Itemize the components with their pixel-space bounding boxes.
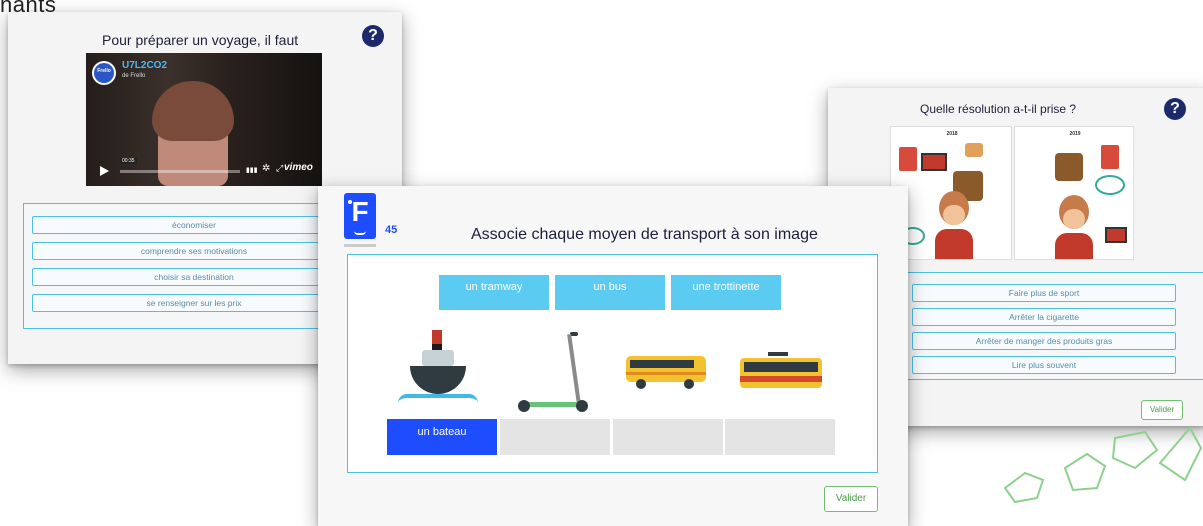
- volume-icon[interactable]: ▮▮▮: [246, 166, 258, 174]
- choice-item[interactable]: Arrêter la cigarette: [912, 308, 1176, 326]
- drop-slot[interactable]: [613, 419, 723, 455]
- vimeo-logo: vimeo: [284, 162, 313, 173]
- year-label: 2018: [946, 131, 958, 137]
- video-byline: de Frello: [122, 73, 146, 79]
- draggable-word[interactable]: un bus: [555, 275, 665, 310]
- help-icon[interactable]: ?: [362, 25, 384, 47]
- bus-icon: [624, 356, 714, 396]
- character-icon: [935, 191, 973, 259]
- video-player[interactable]: Frello U7L2CO2 de Frello 00:35 ▮▮▮ ✲ ⤢ v…: [86, 53, 322, 186]
- video-progress-bar[interactable]: [120, 170, 240, 173]
- choice-item[interactable]: Arrêter de manger des produits gras: [912, 332, 1176, 350]
- channel-avatar: Frello: [92, 61, 116, 85]
- drop-slot[interactable]: [500, 419, 610, 455]
- illustration-2018: 2018: [890, 126, 1012, 260]
- activity-card-transport: F 45 Associe chaque moyen de transport à…: [318, 186, 908, 526]
- settings-icon[interactable]: ✲: [262, 163, 270, 174]
- choice-item[interactable]: choisir sa destination: [32, 268, 356, 286]
- choice-item[interactable]: comprendre ses motivations: [32, 242, 356, 260]
- choice-item[interactable]: se renseigner sur les prix: [32, 294, 356, 312]
- drop-slot[interactable]: [725, 419, 835, 455]
- question-title: Quelle résolution a-t-il prise ?: [920, 102, 1077, 116]
- drop-slot[interactable]: un bateau: [387, 419, 497, 455]
- decorative-leaf-outlines: [1003, 426, 1203, 504]
- activity-title: Associe chaque moyen de transport à son …: [471, 226, 818, 243]
- choice-item[interactable]: Lire plus souvent: [912, 356, 1176, 374]
- boat-icon: [398, 326, 488, 416]
- character-icon: [1055, 195, 1093, 259]
- choice-item[interactable]: économiser: [32, 216, 356, 234]
- placed-word[interactable]: un bateau: [387, 426, 497, 438]
- logo-underline: [344, 244, 376, 247]
- frello-logo: F: [344, 193, 376, 239]
- channel-logo-text: Frello: [97, 68, 111, 74]
- video-timestamp: 00:35: [120, 158, 137, 164]
- draggable-word[interactable]: une trottinette: [671, 275, 781, 310]
- draggable-word[interactable]: un tramway: [439, 275, 549, 310]
- activity-number: 45: [385, 224, 398, 236]
- video-channel-name[interactable]: U7L2CO2: [122, 60, 167, 71]
- year-label: 2019: [1069, 131, 1081, 137]
- validate-button[interactable]: Valider: [824, 486, 878, 512]
- help-icon[interactable]: ?: [1164, 98, 1186, 120]
- question-title: Pour préparer un voyage, il faut: [102, 32, 299, 48]
- illustration-2019: 2019: [1014, 126, 1134, 260]
- play-icon[interactable]: [100, 166, 109, 176]
- fullscreen-icon[interactable]: ⤢: [276, 163, 283, 174]
- tram-icon: [738, 350, 828, 394]
- choice-item[interactable]: Faire plus de sport: [912, 284, 1176, 302]
- scooter-icon: [514, 326, 604, 416]
- validate-button[interactable]: Valider: [1141, 400, 1183, 420]
